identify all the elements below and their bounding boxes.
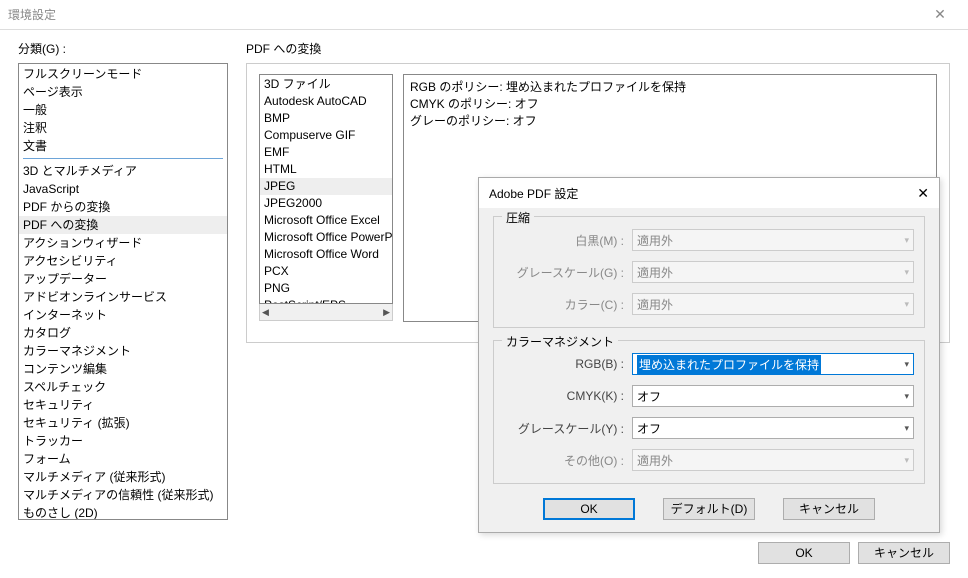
policy-rgb: RGB のポリシー: 埋め込まれたプロファイルを保持 xyxy=(410,79,930,96)
chevron-down-icon: ▾ xyxy=(904,455,909,466)
list-item[interactable]: 文書 xyxy=(19,137,227,155)
modal-default-button[interactable]: デフォルト(D) xyxy=(663,498,755,520)
bw-combo: 適用外 ▾ xyxy=(632,229,914,251)
compression-group: 圧縮 白黒(M) : 適用外 ▾ グレースケール(G) : 適用外 ▾ カラー(… xyxy=(493,216,925,328)
main-titlebar: 環境設定 ✕ xyxy=(0,0,968,30)
list-item[interactable]: EMF xyxy=(260,144,392,161)
chevron-down-icon[interactable]: ▾ xyxy=(904,391,909,402)
list-item[interactable]: Microsoft Office Excel xyxy=(260,212,392,229)
list-item[interactable]: アップデーター xyxy=(19,270,227,288)
close-icon[interactable]: ✕ xyxy=(920,6,960,23)
scroll-right-icon[interactable]: ▶ xyxy=(383,307,390,318)
list-item[interactable]: 3D とマルチメディア xyxy=(19,162,227,180)
chevron-down-icon: ▾ xyxy=(904,267,909,278)
color-combo: 適用外 ▾ xyxy=(632,293,914,315)
adobe-pdf-settings-dialog: Adobe PDF 設定 ✕ 圧縮 白黒(M) : 適用外 ▾ グレースケール(… xyxy=(478,177,940,533)
window-title: 環境設定 xyxy=(8,6,56,23)
cmyk-value: オフ xyxy=(637,388,661,405)
list-item[interactable]: HTML xyxy=(260,161,392,178)
list-item[interactable]: カラーマネジメント xyxy=(19,342,227,360)
list-item[interactable]: スペルチェック xyxy=(19,378,227,396)
list-item[interactable]: 一般 xyxy=(19,101,227,119)
list-item[interactable]: フルスクリーンモード xyxy=(19,65,227,83)
chevron-down-icon: ▾ xyxy=(904,299,909,310)
list-item[interactable]: JavaScript xyxy=(19,180,227,198)
list-item[interactable]: コンテンツ編集 xyxy=(19,360,227,378)
list-item[interactable]: Compuserve GIF xyxy=(260,127,392,144)
format-listbox[interactable]: 3D ファイル Autodesk AutoCAD BMP Compuserve … xyxy=(259,74,393,304)
list-item[interactable]: セキュリティ xyxy=(19,396,227,414)
other-value: 適用外 xyxy=(637,452,673,469)
grayscale-combo: 適用外 ▾ xyxy=(632,261,914,283)
colormgmt-group: カラーマネジメント RGB(B) : 埋め込まれたプロファイルを保持 ▾ CMY… xyxy=(493,340,925,484)
list-item[interactable]: カタログ xyxy=(19,324,227,342)
list-item[interactable]: Microsoft Office PowerPoint xyxy=(260,229,392,246)
gray-value: オフ xyxy=(637,420,661,437)
cmyk-combo[interactable]: オフ ▾ xyxy=(632,385,914,407)
modal-title: Adobe PDF 設定 xyxy=(489,185,578,202)
format-list-wrap: 3D ファイル Autodesk AutoCAD BMP Compuserve … xyxy=(259,74,393,322)
modal-titlebar: Adobe PDF 設定 ✕ xyxy=(479,178,939,208)
list-item[interactable]: セキュリティ (拡張) xyxy=(19,414,227,432)
modal-buttons: OK デフォルト(D) キャンセル xyxy=(493,496,925,520)
list-divider xyxy=(23,158,223,159)
list-item[interactable]: PNG xyxy=(260,280,392,297)
policy-gray: グレーのポリシー: オフ xyxy=(410,113,930,130)
color-label: カラー(C) : xyxy=(504,296,624,313)
list-item[interactable]: Autodesk AutoCAD xyxy=(260,93,392,110)
policy-cmyk: CMYK のポリシー: オフ xyxy=(410,96,930,113)
gray-label: グレースケール(Y) : xyxy=(504,420,624,437)
cmyk-label: CMYK(K) : xyxy=(504,389,624,403)
ok-button[interactable]: OK xyxy=(758,542,850,564)
bw-label: 白黒(M) : xyxy=(504,232,624,249)
list-item[interactable]: アクションウィザード xyxy=(19,234,227,252)
list-item[interactable]: ページ表示 xyxy=(19,83,227,101)
grayscale-label: グレースケール(G) : xyxy=(504,264,624,281)
list-item[interactable]: マルチメディアの信頼性 (従来形式) xyxy=(19,486,227,504)
other-combo: 適用外 ▾ xyxy=(632,449,914,471)
modal-body: 圧縮 白黒(M) : 適用外 ▾ グレースケール(G) : 適用外 ▾ カラー(… xyxy=(479,208,939,532)
horizontal-scrollbar[interactable]: ◀ ▶ xyxy=(259,304,393,321)
footer-buttons: OK キャンセル xyxy=(758,542,950,564)
list-item[interactable]: JPEG2000 xyxy=(260,195,392,212)
bw-value: 適用外 xyxy=(637,232,673,249)
gray-combo[interactable]: オフ ▾ xyxy=(632,417,914,439)
category-listbox[interactable]: フルスクリーンモード ページ表示 一般 注釈 文書 3D とマルチメディア Ja… xyxy=(18,63,228,520)
list-item[interactable]: 注釈 xyxy=(19,119,227,137)
modal-close-icon[interactable]: ✕ xyxy=(899,185,929,202)
other-label: その他(O) : xyxy=(504,452,624,469)
rgb-combo[interactable]: 埋め込まれたプロファイルを保持 ▾ xyxy=(632,353,914,375)
list-item[interactable]: ものさし (2D) xyxy=(19,504,227,520)
chevron-down-icon: ▾ xyxy=(904,235,909,246)
compression-legend: 圧縮 xyxy=(502,209,534,226)
grayscale-value: 適用外 xyxy=(637,264,673,281)
scroll-left-icon[interactable]: ◀ xyxy=(262,307,269,318)
list-item[interactable]: フォーム xyxy=(19,450,227,468)
list-item[interactable]: トラッカー xyxy=(19,432,227,450)
list-item[interactable]: JPEG xyxy=(260,178,392,195)
colormgmt-legend: カラーマネジメント xyxy=(502,333,618,350)
chevron-down-icon[interactable]: ▾ xyxy=(904,359,909,370)
list-item[interactable]: アクセシビリティ xyxy=(19,252,227,270)
list-item[interactable]: アドビオンラインサービス xyxy=(19,288,227,306)
panel-title: PDF への変換 xyxy=(246,40,950,57)
list-item[interactable]: PostScript/EPS xyxy=(260,297,392,304)
sidebar-label: 分類(G) : xyxy=(18,40,228,57)
rgb-value: 埋め込まれたプロファイルを保持 xyxy=(637,355,821,374)
list-item[interactable]: PCX xyxy=(260,263,392,280)
modal-cancel-button[interactable]: キャンセル xyxy=(783,498,875,520)
list-item[interactable]: インターネット xyxy=(19,306,227,324)
list-item[interactable]: BMP xyxy=(260,110,392,127)
list-item[interactable]: マルチメディア (従来形式) xyxy=(19,468,227,486)
list-item[interactable]: 3D ファイル xyxy=(260,76,392,93)
cancel-button[interactable]: キャンセル xyxy=(858,542,950,564)
list-item[interactable]: PDF への変換 xyxy=(19,216,227,234)
rgb-label: RGB(B) : xyxy=(504,357,624,371)
modal-ok-button[interactable]: OK xyxy=(543,498,635,520)
list-item[interactable]: Microsoft Office Word xyxy=(260,246,392,263)
sidebar-column: 分類(G) : フルスクリーンモード ページ表示 一般 注釈 文書 3D とマル… xyxy=(18,40,228,520)
color-value: 適用外 xyxy=(637,296,673,313)
chevron-down-icon[interactable]: ▾ xyxy=(904,423,909,434)
list-item[interactable]: PDF からの変換 xyxy=(19,198,227,216)
